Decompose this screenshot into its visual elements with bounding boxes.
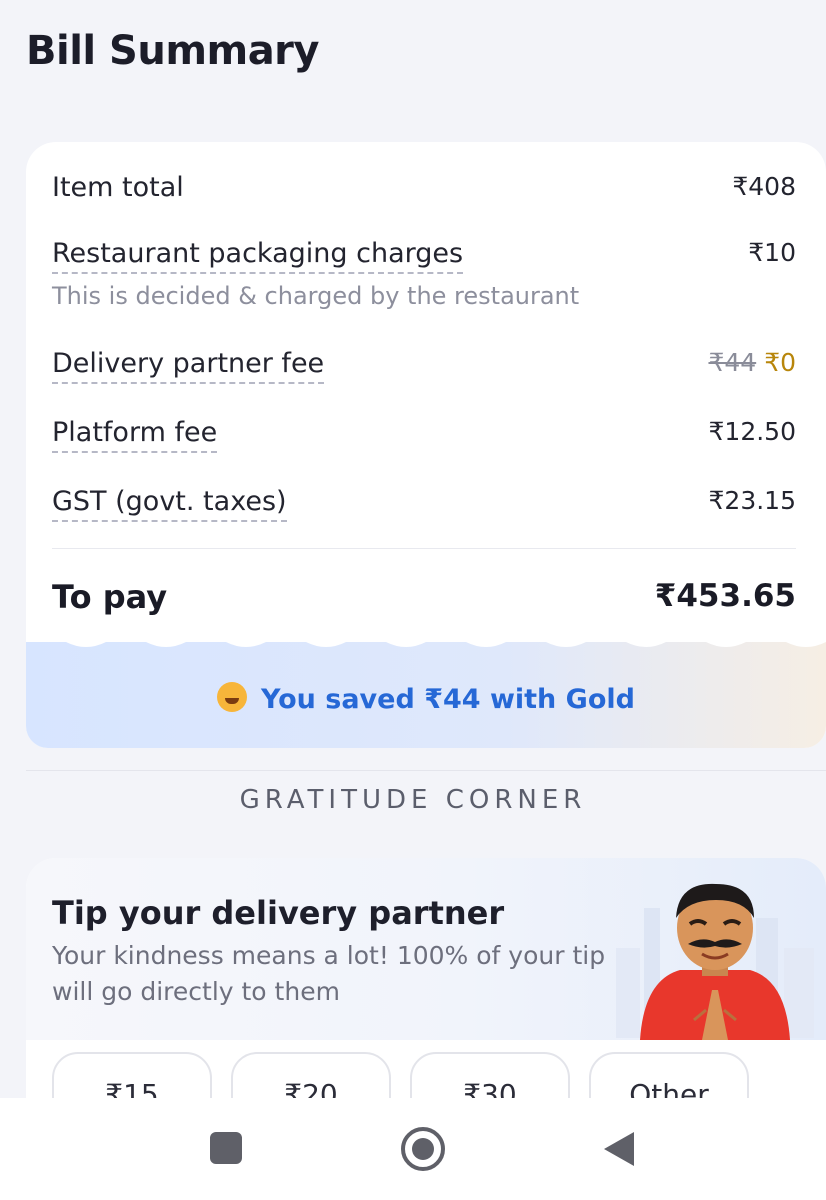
party-face-icon: [217, 682, 248, 712]
section-divider: [26, 770, 826, 771]
to-pay-label: To pay: [52, 578, 168, 616]
delivery-fee-label[interactable]: Delivery partner fee: [52, 348, 325, 384]
bill-summary-screen: Bill Summary Item total ₹408 Restaurant …: [0, 0, 826, 1200]
packaging-amount: ₹10: [748, 238, 796, 267]
gold-savings-banner: You saved ₹44 with Gold: [26, 632, 826, 748]
tip-title: Tip your delivery partner: [52, 894, 505, 932]
tip-option-20[interactable]: ₹20: [231, 1052, 391, 1098]
delivery-fee-original: ₹44: [708, 348, 757, 377]
home-circle-icon[interactable]: [401, 1127, 445, 1171]
delivery-fee-row[interactable]: Delivery partner fee ₹44 ₹0: [52, 348, 796, 384]
item-total-amount: ₹408: [732, 172, 796, 201]
platform-fee-amount: ₹12.50: [708, 417, 796, 446]
tip-card: Tip your delivery partner Your kindness …: [26, 858, 826, 1098]
system-nav-bar: [0, 1098, 826, 1200]
platform-fee-row[interactable]: Platform fee ₹12.50: [52, 417, 796, 453]
tip-option-30[interactable]: ₹30: [410, 1052, 570, 1098]
delivery-partner-illustration: [640, 883, 790, 1040]
gst-label[interactable]: GST (govt. taxes): [52, 486, 287, 522]
divider: [52, 548, 796, 549]
tip-option-15[interactable]: ₹15: [52, 1052, 212, 1098]
tip-option-other[interactable]: Other: [589, 1052, 749, 1098]
to-pay-amount: ₹453.65: [654, 578, 796, 614]
packaging-note: This is decided & charged by the restaur…: [52, 282, 580, 310]
tip-description: Your kindness means a lot! 100% of your …: [52, 941, 606, 1006]
savings-text-wrap: You saved ₹44 with Gold: [26, 682, 826, 715]
wave-edge: [26, 632, 826, 647]
recents-square-icon[interactable]: [210, 1132, 242, 1164]
delivery-fee-final: ₹0: [764, 348, 796, 377]
platform-fee-label[interactable]: Platform fee: [52, 417, 218, 453]
gratitude-heading: GRATITUDE CORNER: [239, 785, 587, 815]
page-title: Bill Summary: [26, 28, 319, 74]
gst-row[interactable]: GST (govt. taxes) ₹23.15: [52, 486, 796, 522]
delivery-fee-amount: ₹44 ₹0: [708, 348, 796, 384]
back-triangle-icon[interactable]: [604, 1132, 634, 1166]
item-total-row: Item total ₹408: [52, 172, 796, 203]
gst-amount: ₹23.15: [708, 486, 796, 515]
bill-card: Item total ₹408 Restaurant packaging cha…: [26, 142, 826, 748]
packaging-label[interactable]: Restaurant packaging charges: [52, 238, 464, 274]
item-total-label: Item total: [52, 172, 184, 203]
to-pay-row: To pay ₹453.65: [52, 578, 796, 616]
packaging-row[interactable]: Restaurant packaging charges ₹10: [52, 238, 796, 274]
savings-text: You saved ₹44 with Gold: [261, 684, 635, 715]
